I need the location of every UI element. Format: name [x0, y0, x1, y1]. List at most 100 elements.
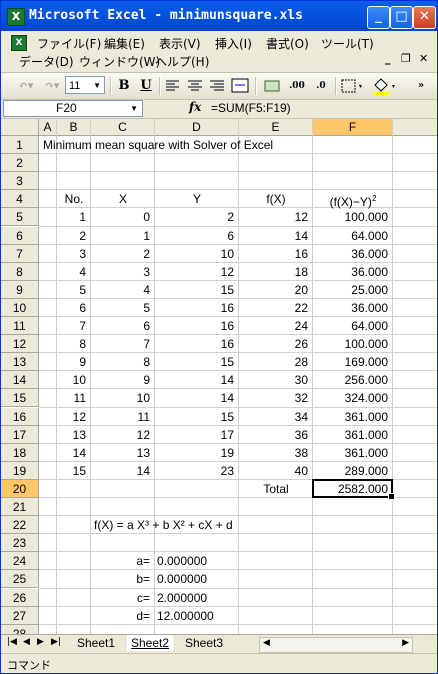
row-header-19[interactable]: 19 — [1, 461, 39, 480]
row-header-21[interactable]: 21 — [1, 498, 39, 517]
menu-edit[interactable]: 編集(E) — [104, 35, 145, 52]
align-center-icon[interactable] — [187, 79, 203, 93]
doc-minimize-button[interactable]: _ — [385, 52, 391, 65]
row-header-24[interactable]: 24 — [1, 552, 39, 571]
menu-insert[interactable]: 挿入(I) — [215, 35, 252, 52]
row-header-22[interactable]: 22 — [1, 516, 39, 535]
table-cell: 64.000 — [351, 319, 388, 333]
scroll-right-icon[interactable]: ▶ — [402, 638, 409, 648]
document-icon[interactable]: X — [11, 35, 27, 51]
column-header-d[interactable]: D — [155, 119, 239, 136]
title-bar[interactable]: X Microsoft Excel - minimunsquare.xls _ … — [1, 1, 437, 31]
table-cell: 18 — [294, 264, 308, 279]
excel-window: X Microsoft Excel - minimunsquare.xls _ … — [0, 0, 438, 674]
row-header-5[interactable]: 5 — [1, 208, 39, 227]
table-cell: 12 — [72, 409, 86, 424]
row-header-16[interactable]: 16 — [1, 407, 39, 426]
last-sheet-icon[interactable]: ▶| — [51, 637, 61, 647]
row-header-4[interactable]: 4 — [1, 190, 39, 209]
column-header-e[interactable]: E — [239, 119, 313, 136]
maximize-button[interactable]: □ — [390, 6, 413, 29]
row-header-1[interactable]: 1 — [1, 136, 39, 155]
header-squared-error: (f(X)−Y)2 — [313, 190, 393, 209]
row-header-3[interactable]: 3 — [1, 172, 39, 191]
menu-file[interactable]: ファイル(F) — [37, 35, 101, 52]
row-header-26[interactable]: 26 — [1, 588, 39, 607]
borders-icon[interactable] — [341, 78, 365, 94]
fill-handle[interactable] — [388, 492, 395, 500]
table-cell: 30 — [294, 373, 308, 388]
row-header-15[interactable]: 15 — [1, 389, 39, 408]
menu-help[interactable]: ヘルプ(H) — [155, 53, 209, 70]
formula-input[interactable]: =SUM(F5:F19) — [211, 101, 291, 115]
row-header-28[interactable]: 28 — [1, 624, 39, 634]
chevron-down-icon: ▼ — [130, 104, 138, 113]
horizontal-scrollbar[interactable]: ◀ ▶ — [259, 637, 413, 653]
bold-button[interactable]: B — [115, 77, 133, 95]
spreadsheet-grid[interactable]: A B C D E F 1 2 3 4 5 6 7 8 9 10 11 12 13 14 15 16 17 18 19 20 21 2… — [1, 119, 437, 634]
prev-sheet-icon[interactable]: ◀ — [23, 637, 30, 647]
row-header-12[interactable]: 12 — [1, 335, 39, 354]
font-size-select[interactable]: 11 ▼ — [65, 76, 105, 94]
table-cell: 32 — [294, 391, 308, 406]
row-header-9[interactable]: 9 — [1, 280, 39, 299]
menu-view[interactable]: 表示(V) — [159, 35, 201, 52]
menu-format[interactable]: 書式(O) — [266, 35, 309, 52]
decrease-decimal-icon[interactable]: .0 — [310, 77, 332, 95]
row-header-27[interactable]: 27 — [1, 606, 39, 625]
tab-sheet1[interactable]: Sheet1 — [73, 635, 119, 651]
row-header-14[interactable]: 14 — [1, 371, 39, 390]
toolbar-separator — [255, 77, 257, 95]
active-cell-border[interactable] — [312, 478, 395, 500]
redo-icon[interactable]: ↷▾ — [41, 77, 63, 95]
name-box[interactable]: F20 ▼ — [3, 100, 143, 117]
column-header-b[interactable]: B — [57, 119, 91, 136]
tab-sheet2[interactable]: Sheet2 — [127, 635, 174, 651]
doc-close-button[interactable]: ✕ — [419, 52, 428, 65]
select-all-corner[interactable] — [1, 119, 39, 136]
row-header-7[interactable]: 7 — [1, 244, 39, 263]
scroll-left-icon[interactable]: ◀ — [263, 638, 270, 648]
row-header-25[interactable]: 25 — [1, 570, 39, 589]
row-header-13[interactable]: 13 — [1, 353, 39, 372]
currency-icon[interactable] — [263, 78, 281, 94]
increase-decimal-icon[interactable]: .00 — [286, 77, 308, 95]
menu-tools[interactable]: ツール(T) — [321, 35, 374, 52]
toolbar-options-icon[interactable]: » — [415, 77, 427, 95]
row-header-20[interactable]: 20 — [1, 479, 39, 498]
column-header-g[interactable] — [393, 119, 437, 136]
table-cell: 7 — [79, 319, 86, 333]
name-box-value: F20 — [56, 101, 77, 115]
column-header-a[interactable]: A — [39, 119, 57, 136]
next-sheet-icon[interactable]: ▶ — [37, 637, 44, 647]
menu-window[interactable]: ウィンドウ(W) — [79, 53, 160, 70]
tab-sheet3[interactable]: Sheet3 — [181, 635, 227, 651]
column-header-f[interactable]: F — [313, 119, 393, 136]
undo-icon[interactable]: ↶▾ — [13, 77, 39, 95]
row-header-6[interactable]: 6 — [1, 226, 39, 245]
underline-button[interactable]: U — [137, 77, 155, 95]
paint-bucket-icon[interactable] — [371, 76, 397, 96]
column-header-c[interactable]: C — [91, 119, 155, 136]
first-sheet-icon[interactable]: |◀ — [7, 637, 17, 647]
row-header-23[interactable]: 23 — [1, 534, 39, 553]
row-header-2[interactable]: 2 — [1, 154, 39, 173]
align-right-icon[interactable] — [209, 79, 225, 93]
merge-center-icon[interactable] — [231, 78, 249, 94]
minimize-button[interactable]: _ — [367, 6, 390, 29]
align-left-icon[interactable] — [165, 79, 181, 93]
insert-function-icon[interactable]: fx — [189, 100, 201, 114]
header-x: X — [118, 192, 127, 207]
table-cell: 12 — [136, 427, 150, 442]
row-header-8[interactable]: 8 — [1, 262, 39, 281]
row-header-11[interactable]: 11 — [1, 317, 39, 336]
table-cell: 38 — [294, 445, 308, 460]
close-button[interactable]: ✕ — [413, 6, 436, 29]
table-cell: 15 — [220, 355, 234, 370]
menu-data[interactable]: データ(D) — [19, 53, 74, 70]
doc-restore-button[interactable]: ❐ — [401, 52, 411, 65]
row-header-17[interactable]: 17 — [1, 425, 39, 444]
row-header-10[interactable]: 10 — [1, 298, 39, 317]
table-cell: 10 — [72, 373, 86, 388]
row-header-18[interactable]: 18 — [1, 443, 39, 462]
